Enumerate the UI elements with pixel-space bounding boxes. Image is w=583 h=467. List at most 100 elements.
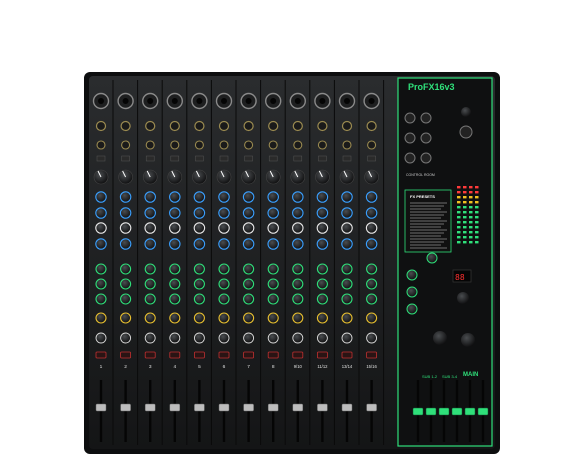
- mute-button[interactable]: [243, 351, 255, 359]
- eq-knob[interactable]: [267, 238, 279, 250]
- aux-send-knob[interactable]: [95, 293, 107, 305]
- insert-jack[interactable]: [317, 140, 327, 150]
- line-input-jack[interactable]: [341, 120, 353, 132]
- phones-jack[interactable]: [459, 125, 473, 139]
- pan-knob[interactable]: [193, 332, 205, 344]
- aux-send-knob[interactable]: [366, 263, 378, 275]
- eq-knob[interactable]: [292, 191, 304, 203]
- eq-knob[interactable]: [316, 191, 329, 203]
- eq-knob[interactable]: [144, 207, 156, 219]
- aux-send-knob[interactable]: [292, 263, 304, 275]
- eq-knob[interactable]: [242, 222, 255, 234]
- mute-button[interactable]: [267, 351, 279, 359]
- insert-jack[interactable]: [170, 140, 180, 150]
- aux-send-knob[interactable]: [243, 278, 255, 290]
- fx-send-knob[interactable]: [267, 312, 279, 324]
- pad-button[interactable]: [268, 155, 278, 162]
- master-fader[interactable]: [412, 407, 424, 416]
- master-fader[interactable]: [464, 407, 476, 416]
- insert-jack[interactable]: [121, 140, 131, 150]
- eq-knob[interactable]: [267, 191, 279, 203]
- eq-knob[interactable]: [193, 191, 206, 203]
- eq-knob[interactable]: [95, 191, 107, 203]
- master-fader[interactable]: [438, 407, 450, 416]
- insert-jack[interactable]: [96, 140, 106, 150]
- channel-fader[interactable]: [366, 403, 377, 412]
- eq-knob[interactable]: [119, 238, 132, 250]
- aux-send-knob[interactable]: [218, 293, 230, 305]
- pan-knob[interactable]: [95, 332, 107, 344]
- aux-send-knob[interactable]: [144, 293, 156, 305]
- eq-knob[interactable]: [242, 191, 255, 203]
- fx-send-knob[interactable]: [366, 312, 378, 324]
- line-input-jack[interactable]: [145, 120, 156, 132]
- pan-knob[interactable]: [292, 332, 304, 344]
- eq-knob[interactable]: [218, 207, 230, 219]
- aux-send-knob[interactable]: [193, 278, 205, 290]
- aux-send-knob[interactable]: [95, 263, 107, 275]
- eq-knob[interactable]: [292, 207, 304, 219]
- fx-send-knob[interactable]: [120, 312, 132, 324]
- aux-send-knob[interactable]: [144, 278, 156, 290]
- fx-send-knob[interactable]: [292, 312, 304, 324]
- sub-out-jack[interactable]: [404, 112, 416, 124]
- pad-button[interactable]: [293, 155, 303, 162]
- aux-send-knob[interactable]: [341, 263, 353, 275]
- channel-fader[interactable]: [95, 403, 107, 412]
- aux-send-knob[interactable]: [316, 278, 328, 290]
- eq-knob[interactable]: [119, 207, 132, 219]
- insert-jack[interactable]: [219, 140, 229, 150]
- fx-send-knob[interactable]: [316, 312, 328, 324]
- channel-fader[interactable]: [120, 403, 131, 412]
- line-input-jack[interactable]: [268, 120, 279, 132]
- eq-knob[interactable]: [144, 191, 156, 203]
- pad-button[interactable]: [367, 155, 376, 162]
- eq-knob[interactable]: [365, 191, 378, 203]
- eq-knob[interactable]: [193, 222, 206, 234]
- aux-send-knob[interactable]: [120, 278, 132, 290]
- aux-send-knob[interactable]: [243, 293, 255, 305]
- eq-knob[interactable]: [292, 238, 304, 250]
- mute-button[interactable]: [341, 351, 353, 359]
- fx-send-knob[interactable]: [341, 312, 353, 324]
- mute-button[interactable]: [193, 351, 205, 359]
- gain-knob[interactable]: [118, 169, 133, 185]
- pad-button[interactable]: [342, 155, 352, 162]
- eq-knob[interactable]: [365, 207, 378, 219]
- aux-send-knob[interactable]: [169, 293, 181, 305]
- aux-send-knob[interactable]: [193, 293, 205, 305]
- fx-send-knob[interactable]: [95, 312, 107, 324]
- eq-knob[interactable]: [95, 207, 107, 219]
- eq-knob[interactable]: [95, 222, 107, 234]
- eq-knob[interactable]: [316, 222, 329, 234]
- master-fader[interactable]: [477, 407, 489, 416]
- line-input-jack[interactable]: [292, 120, 303, 132]
- eq-knob[interactable]: [267, 222, 279, 234]
- channel-fader[interactable]: [292, 403, 304, 412]
- control-room-jack[interactable]: [404, 152, 416, 164]
- eq-knob[interactable]: [341, 238, 353, 250]
- master-fader[interactable]: [425, 407, 437, 416]
- headphone-knob[interactable]: [461, 107, 471, 117]
- fx-return-knob[interactable]: [406, 303, 418, 315]
- sub-out-jack[interactable]: [420, 112, 432, 124]
- eq-knob[interactable]: [292, 222, 304, 234]
- pan-knob[interactable]: [144, 332, 156, 344]
- channel-fader[interactable]: [317, 403, 328, 412]
- eq-knob[interactable]: [169, 238, 181, 250]
- aux-send-knob[interactable]: [316, 293, 328, 305]
- eq-knob[interactable]: [341, 222, 353, 234]
- eq-knob[interactable]: [218, 222, 230, 234]
- eq-knob[interactable]: [316, 207, 329, 219]
- aux-send-knob[interactable]: [267, 293, 279, 305]
- aux-send-knob[interactable]: [316, 263, 328, 275]
- fx-send-knob[interactable]: [406, 269, 418, 281]
- pad-button[interactable]: [318, 155, 327, 162]
- pan-knob[interactable]: [366, 332, 378, 344]
- mute-button[interactable]: [144, 351, 156, 359]
- mute-button[interactable]: [316, 351, 328, 359]
- aux-send-knob[interactable]: [144, 263, 156, 275]
- pan-knob[interactable]: [243, 332, 255, 344]
- pan-knob[interactable]: [341, 332, 353, 344]
- eq-knob[interactable]: [144, 222, 156, 234]
